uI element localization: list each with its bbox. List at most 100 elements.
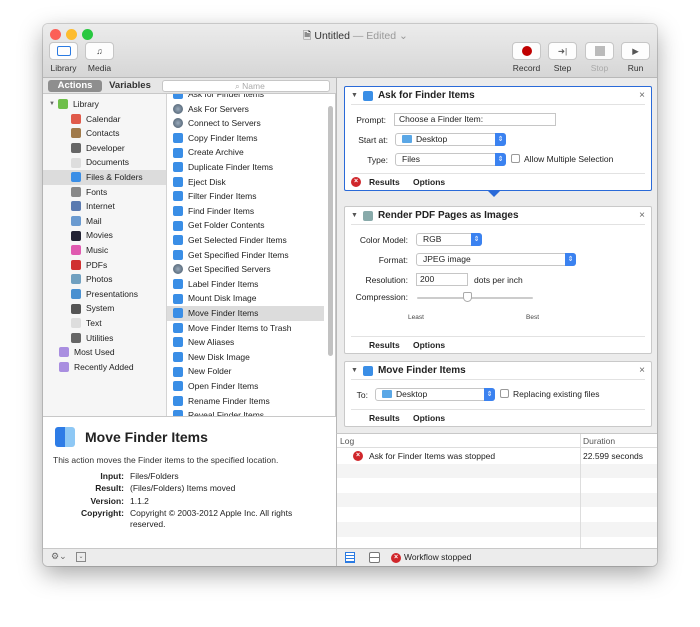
disclosure-triangle-icon[interactable]: ▼ (351, 92, 358, 99)
sidebar-item[interactable]: Developer (43, 141, 166, 156)
sidebar-item[interactable]: Presentations (43, 287, 166, 302)
variables-view-icon[interactable] (369, 552, 380, 563)
action-list-item[interactable]: Rename Finder Items (167, 394, 324, 409)
action-list-item[interactable]: New Aliases (167, 335, 324, 350)
action-card-ask-for-finder-items[interactable]: ▼ Ask for Finder Items × Prompt: Choose a … (344, 86, 652, 191)
sidebar-item[interactable]: PDFs (43, 258, 166, 273)
action-list-item[interactable]: Get Specified Servers (167, 262, 324, 277)
record-button[interactable]: Record (512, 42, 541, 73)
scrollbar[interactable] (328, 106, 333, 356)
minimize-window-button[interactable] (66, 29, 77, 40)
tab-variables[interactable]: Variables (105, 80, 155, 92)
stop-button[interactable]: Stop (585, 42, 614, 73)
run-button[interactable]: ▶ Run (621, 42, 650, 73)
action-list-item[interactable]: Mount Disk Image (167, 291, 324, 306)
action-label: Find Finder Items (188, 205, 255, 216)
options-tab[interactable]: Options (413, 174, 445, 190)
action-list-item[interactable]: Move Finder Items (167, 306, 324, 321)
close-window-button[interactable] (50, 29, 61, 40)
action-icon (173, 322, 183, 333)
action-list-item[interactable]: Filter Finder Items (167, 189, 324, 204)
sidebar-item-label: Contacts (86, 128, 120, 139)
sidebar-item[interactable]: ▼ Library (43, 97, 166, 112)
action-list-item[interactable]: Eject Disk (167, 175, 324, 190)
options-tab[interactable]: Options (413, 337, 445, 353)
action-list-item[interactable]: New Disk Image (167, 350, 324, 365)
media-button[interactable]: ♫ Media (85, 42, 114, 73)
replace-existing-checkbox[interactable]: Replacing existing files (500, 389, 599, 399)
color-model-select[interactable]: RGB ⇕ (416, 233, 482, 246)
prompt-input[interactable]: Choose a Finder Item: (394, 113, 556, 126)
gear-menu-icon[interactable]: ⚙⌄ (51, 551, 67, 562)
action-list-item[interactable]: Get Folder Contents (167, 218, 324, 233)
workflow-bottom-bar: × Workflow stopped (336, 548, 657, 566)
disclosure-triangle-icon[interactable]: ▼ (351, 212, 358, 219)
results-tab[interactable]: Results (369, 410, 400, 426)
action-list-item[interactable]: Copy Finder Items (167, 131, 324, 146)
close-icon[interactable]: × (639, 90, 645, 101)
tab-actions[interactable]: Actions (48, 80, 102, 92)
disclosure-triangle-icon[interactable]: ▼ (49, 97, 55, 112)
sidebar-item[interactable]: Movies (43, 228, 166, 243)
record-icon (512, 42, 541, 60)
sidebar-item[interactable]: Most Used (43, 345, 166, 360)
step-button[interactable]: ➜| Step (548, 42, 577, 73)
sidebar-item[interactable]: Internet (43, 199, 166, 214)
sidebar-item[interactable]: Fonts (43, 185, 166, 200)
compression-slider[interactable] (417, 291, 533, 305)
sidebar-item[interactable]: Calendar (43, 112, 166, 127)
sidebar-item-label: Calendar (86, 113, 121, 124)
action-list-item[interactable]: Connect to Servers (167, 116, 324, 131)
action-list-item[interactable]: Reveal Finder Items (167, 408, 324, 416)
sidebar-item[interactable]: Text (43, 316, 166, 331)
category-icon (71, 332, 81, 343)
type-select[interactable]: Files ⇕ (395, 153, 506, 166)
action-list-item[interactable]: New Folder (167, 364, 324, 379)
resolution-input[interactable]: 200 (416, 273, 468, 286)
sidebar-item[interactable]: Mail (43, 214, 166, 229)
library-button[interactable]: Library (49, 42, 78, 73)
action-label: Move Finder Items to Trash (188, 322, 292, 333)
zoom-window-button[interactable] (82, 29, 93, 40)
sidebar-item[interactable]: Files & Folders (43, 170, 166, 185)
action-card-render-pdf-pages[interactable]: ▼ Render PDF Pages as Images × Color Model… (344, 206, 652, 354)
sidebar-item[interactable]: Photos (43, 272, 166, 287)
log-row[interactable]: × Ask for Finder Items was stopped 22.59… (337, 449, 657, 464)
action-list-item[interactable]: Open Finder Items (167, 379, 324, 394)
action-list-item[interactable]: Get Selected Finder Items (167, 233, 324, 248)
action-list-item[interactable]: Ask for Finder Items (167, 94, 324, 102)
sidebar-item[interactable]: Utilities (43, 331, 166, 346)
action-list-item[interactable]: Move Finder Items to Trash (167, 321, 324, 336)
sidebar-item-label: Text (86, 318, 102, 328)
action-list-item[interactable]: Label Finder Items (167, 277, 324, 292)
to-select[interactable]: Desktop ⇕ (375, 388, 495, 401)
results-tab[interactable]: Results (369, 337, 400, 353)
action-list-item[interactable]: Find Finder Items (167, 204, 324, 219)
format-select[interactable]: JPEG image ⇕ (416, 253, 576, 266)
action-list-item[interactable]: Ask For Servers (167, 102, 324, 117)
log-column-header[interactable]: Log (340, 436, 354, 446)
action-list-item[interactable]: Create Archive (167, 145, 324, 160)
render-pdf-icon (362, 210, 373, 221)
results-tab[interactable]: Results (369, 174, 400, 190)
allow-multiple-checkbox[interactable]: Allow Multiple Selection (511, 154, 613, 164)
log-view-icon[interactable] (345, 552, 355, 563)
sidebar-item[interactable]: Documents (43, 155, 166, 170)
disclosure-triangle-icon[interactable]: ▼ (351, 367, 358, 374)
action-list-item[interactable]: Get Specified Finder Items (167, 248, 324, 263)
sidebar-item[interactable]: Recently Added (43, 360, 166, 375)
action-card-move-finder-items[interactable]: ▼ Move Finder Items × To: Desktop ⇕ Replaci… (344, 361, 652, 427)
search-input[interactable]: ⌕ Name (162, 80, 330, 92)
close-icon[interactable]: × (639, 210, 645, 221)
sidebar-item[interactable]: System (43, 301, 166, 316)
start-at-select[interactable]: Desktop ⇕ (395, 133, 506, 146)
duration-column-header[interactable]: Duration (583, 436, 615, 446)
slider-thumb[interactable] (463, 292, 472, 302)
options-tab[interactable]: Options (413, 410, 445, 426)
collapse-description-icon[interactable]: ⌄ (76, 552, 86, 562)
sidebar-item[interactable]: Music (43, 243, 166, 258)
sidebar-item[interactable]: Contacts (43, 126, 166, 141)
close-icon[interactable]: × (639, 365, 645, 376)
field-value: Copyright © 2003-2012 Apple Inc. All rig… (130, 507, 293, 529)
action-list-item[interactable]: Duplicate Finder Items (167, 160, 324, 175)
